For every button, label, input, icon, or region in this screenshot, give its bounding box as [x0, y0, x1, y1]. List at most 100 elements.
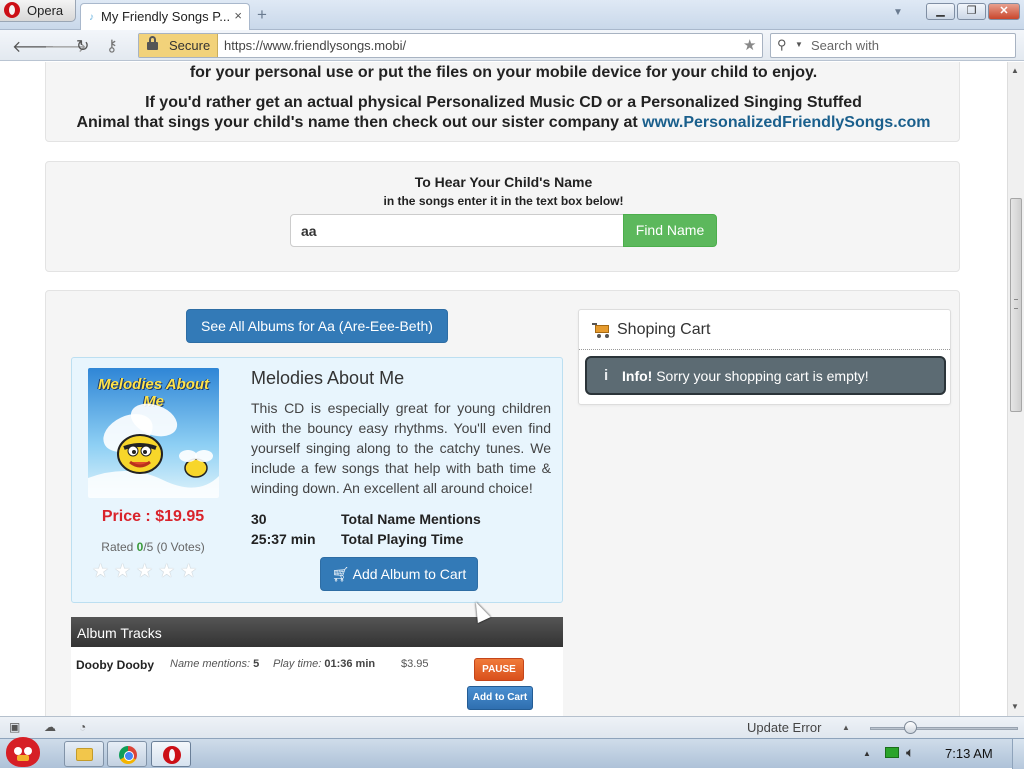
taskbar-chrome-button[interactable]	[107, 741, 147, 767]
key-icon[interactable]: ⚷	[106, 36, 118, 56]
album-rating-text: Rated 0/5 (0 Votes)	[72, 540, 234, 554]
reload-icon[interactable]: ↻	[76, 36, 89, 56]
browser-navbar: 🡐 🡒 ↻ ⚷ Secure https://www.friendlysongs…	[0, 30, 1024, 61]
cart-alert-bold: Info!	[622, 368, 653, 384]
bee-illustration-icon	[88, 403, 219, 498]
scrollbar-thumb[interactable]	[1010, 198, 1022, 412]
name-mentions-label: Total Name Mentions	[341, 511, 481, 527]
update-chevron-up-icon[interactable]: ▲	[842, 723, 850, 732]
track-row: Dooby Dooby Name mentions: 5 Play time: …	[71, 647, 563, 716]
track-playtime-value: 01:36 min	[324, 658, 376, 670]
shopping-cart-icon	[592, 323, 610, 338]
album-panel: See All Albums for Aa (Are-Eee-Beth) Mel…	[45, 290, 960, 716]
playing-time-value: 25:37 min	[251, 531, 316, 547]
new-tab-button[interactable]: +	[257, 5, 267, 25]
album-price: Price : $19.95	[101, 508, 205, 525]
chrome-icon	[119, 746, 137, 764]
tab-list-chevron-icon[interactable]: ▼	[893, 7, 903, 18]
album-cover-image[interactable]: Melodies About Me	[88, 368, 219, 498]
window-minimize-button[interactable]: ▁	[926, 3, 955, 20]
address-bar[interactable]: Secure https://www.friendlysongs.mobi/ ★	[138, 33, 763, 58]
track-price: $3.95	[401, 658, 429, 670]
playing-time-label: Total Playing Time	[341, 531, 464, 547]
secure-label: Secure	[169, 38, 211, 53]
scroll-down-icon[interactable]: ▼	[1011, 702, 1019, 711]
network-icon[interactable]	[885, 747, 899, 758]
tab-title: My Friendly Songs P...	[101, 9, 231, 24]
windows-taskbar: ▲ 🔈︎ 7:13 AM	[0, 737, 1024, 769]
opera-menu-label: Opera	[27, 3, 64, 18]
browser-statusbar: ▣ ☁ ◔ Update Error ▲	[0, 716, 1024, 738]
shopping-cart-heading: Shoping Cart	[579, 310, 950, 350]
taskbar-opera-button[interactable]	[151, 741, 191, 767]
opera-menu-button[interactable]: Opera	[0, 0, 76, 22]
search-icon: ⚲	[777, 37, 787, 52]
cart-empty-alert: i Info! Sorry your shopping cart is empt…	[585, 356, 946, 395]
search-placeholder: Search with	[811, 38, 879, 53]
angry-bird-start-icon	[6, 737, 40, 767]
shopping-cart-panel: Shoping Cart i Info! Sorry your shopping…	[578, 309, 951, 405]
cloud-sync-icon[interactable]: ☁	[44, 720, 56, 734]
music-note-icon: ♪	[89, 12, 94, 23]
url-text[interactable]: https://www.friendlysongs.mobi/	[224, 38, 406, 53]
find-name-button[interactable]: Find Name	[623, 214, 717, 247]
add-album-to-cart-button[interactable]: 🛒︎ Add Album to Cart	[320, 557, 478, 591]
browser-titlebar: Opera ♪ My Friendly Songs P... × + ▼ ▁ ❐…	[0, 0, 1024, 30]
bookmark-star-icon[interactable]: ★	[743, 36, 756, 54]
intro-text-line-3: Animal that sings your child's name then…	[46, 114, 961, 132]
intro-panel: for your personal use or put the files o…	[45, 62, 960, 142]
tray-overflow-chevron-icon[interactable]: ▲	[863, 749, 871, 758]
search-field[interactable]: ⚲ ▼ Search with	[770, 33, 1016, 58]
cart-alert-message: Sorry your shopping cart is empty!	[652, 368, 869, 384]
rating-prefix: Rated	[101, 540, 137, 554]
see-all-albums-button[interactable]: See All Albums for Aa (Are-Eee-Beth)	[186, 309, 448, 343]
secure-badge[interactable]: Secure	[139, 34, 218, 57]
child-name-input[interactable]: aa	[290, 214, 624, 247]
track-mentions: Name mentions: 5	[170, 658, 259, 670]
name-search-panel: To Hear Your Child's Name in the songs e…	[45, 161, 960, 272]
lock-icon	[147, 36, 158, 50]
scroll-up-icon[interactable]: ▲	[1011, 66, 1019, 75]
start-button[interactable]	[2, 733, 46, 769]
intro-text-line-1: for your personal use or put the files o…	[189, 64, 818, 81]
volume-icon[interactable]: 🔈︎	[906, 744, 914, 761]
track-mentions-label: Name mentions:	[170, 658, 251, 670]
window-maximize-button[interactable]: ❐	[957, 3, 986, 20]
intro-text-line-3-body: Animal that sings your child's name then…	[76, 114, 643, 131]
name-search-subtitle: in the songs enter it in the text box be…	[383, 194, 624, 208]
sister-company-link[interactable]: www.PersonalizedFriendlySongs.com	[642, 114, 930, 131]
folder-icon	[76, 748, 93, 761]
track-mentions-value: 5	[253, 658, 260, 670]
shopping-cart-title: Shoping Cart	[617, 321, 711, 338]
rating-suffix: /5 (0 Votes)	[143, 540, 205, 554]
taskbar-clock[interactable]: 7:13 AM	[945, 746, 993, 761]
update-status-text[interactable]: Update Error	[747, 720, 821, 735]
turbo-gauge-icon[interactable]: ◔	[79, 720, 86, 734]
track-add-to-cart-button[interactable]: Add to Cart	[467, 686, 533, 710]
track-name: Dooby Dooby	[76, 658, 154, 672]
opera-icon	[163, 746, 181, 764]
tab-close-icon[interactable]: ×	[234, 8, 242, 23]
track-playtime-label: Play time:	[273, 658, 322, 670]
panel-toggle-icon[interactable]: ▣	[9, 720, 20, 734]
info-icon: i	[604, 367, 609, 384]
album-card: Melodies About Me Price : $19.95 Rated 0…	[71, 357, 563, 603]
window-close-button[interactable]: ✕	[988, 3, 1020, 20]
add-album-label: Add Album to Cart	[352, 566, 467, 582]
browser-tab-active[interactable]: ♪ My Friendly Songs P... ×	[80, 3, 250, 30]
star-rating-icon[interactable]: ★★★★★	[92, 560, 222, 583]
zoom-slider-handle[interactable]	[904, 721, 917, 734]
taskbar-explorer-button[interactable]	[64, 741, 104, 767]
name-mentions-count: 30	[251, 511, 267, 527]
cart-icon: 🛒︎	[331, 566, 350, 582]
cart-alert-text: Info! Sorry your shopping cart is empty!	[622, 368, 869, 384]
zoom-slider[interactable]	[870, 727, 1018, 730]
track-pause-button[interactable]: PAUSE	[474, 658, 524, 681]
name-search-title: To Hear Your Child's Name	[414, 174, 593, 190]
search-engine-chevron-icon[interactable]: ▼	[795, 40, 803, 49]
show-desktop-button[interactable]	[1012, 739, 1024, 769]
page-scrollbar[interactable]: ▲ ▼	[1007, 62, 1024, 716]
album-title: Melodies About Me	[251, 368, 405, 388]
intro-text-line-2: If you'd rather get an actual physical P…	[145, 94, 862, 111]
page-viewport: for your personal use or put the files o…	[0, 62, 1007, 716]
